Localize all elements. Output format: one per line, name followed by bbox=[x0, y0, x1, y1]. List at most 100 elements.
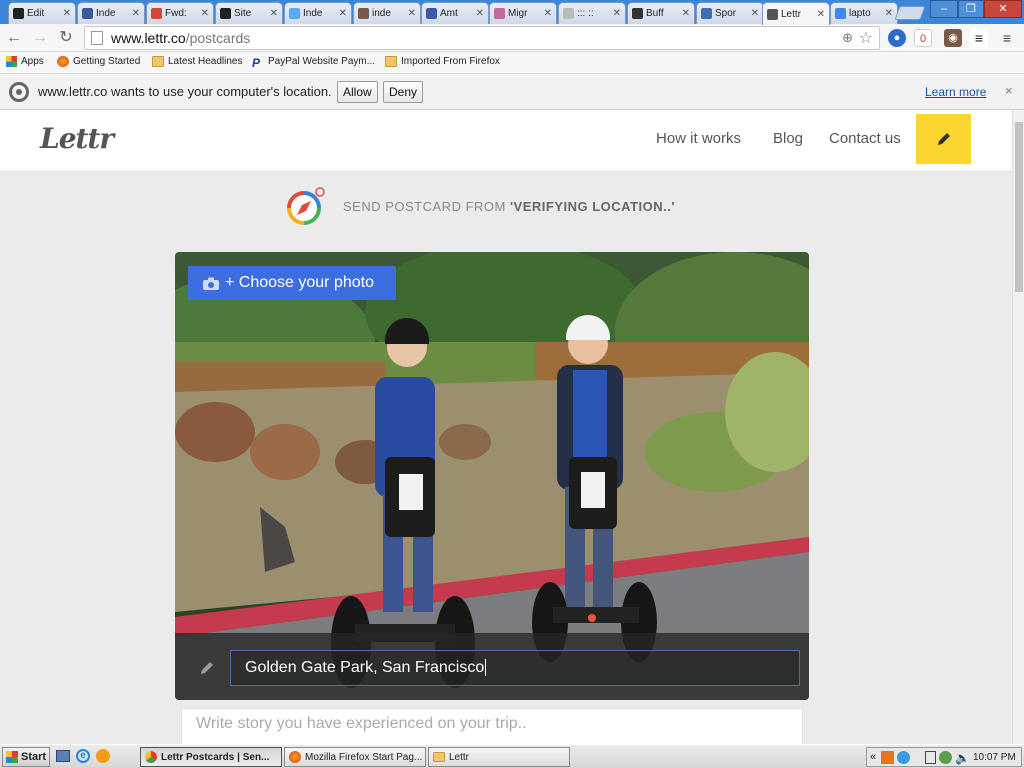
send-prefix: SEND POSTCARD FROM bbox=[343, 198, 510, 214]
reload-button[interactable]: ↻ bbox=[56, 28, 76, 48]
location-bar: Golden Gate Park, San Francisco​ bbox=[175, 633, 809, 700]
twitter-icon bbox=[289, 8, 300, 19]
tray-app-icon[interactable] bbox=[881, 751, 894, 764]
firefox-icon bbox=[57, 56, 69, 67]
folder-icon bbox=[152, 56, 164, 67]
bookmark-getting-started[interactable]: Getting Started bbox=[57, 56, 140, 67]
tab-close-icon[interactable]: ✕ bbox=[682, 8, 690, 19]
tray-device-icon[interactable] bbox=[925, 751, 936, 764]
tab-close-icon[interactable]: ✕ bbox=[751, 8, 759, 19]
bookmark-star-icon[interactable]: ☆ bbox=[859, 28, 873, 48]
text-cursor: ​ bbox=[485, 659, 487, 676]
tab-7[interactable]: Migr ✕ bbox=[489, 2, 557, 24]
choose-photo-button[interactable]: + Choose your photo bbox=[188, 266, 396, 300]
tab-close-icon[interactable]: ✕ bbox=[613, 8, 621, 19]
tab-close-icon[interactable]: ✕ bbox=[817, 9, 825, 20]
pencil-icon bbox=[201, 662, 213, 674]
location-input[interactable]: Golden Gate Park, San Francisco​ bbox=[230, 650, 800, 686]
buffer-extension-icon[interactable]: ≡ bbox=[970, 29, 988, 47]
nav-contact-us[interactable]: Contact us bbox=[829, 130, 901, 147]
facebook-icon bbox=[82, 8, 93, 19]
bookmark-imported-firefox[interactable]: Imported From Firefox bbox=[385, 56, 500, 67]
bookmark-paypal[interactable]: P PayPal Website Paym... bbox=[252, 56, 375, 70]
back-button[interactable]: ← bbox=[4, 28, 24, 48]
nav-blog[interactable]: Blog bbox=[773, 130, 803, 147]
windows-taskbar: Start e Lettr Postcards | Sen... Mozilla… bbox=[0, 744, 1024, 768]
new-tab-button[interactable] bbox=[894, 6, 926, 20]
close-window-button[interactable]: ✕ bbox=[984, 0, 1022, 18]
tab-close-icon[interactable]: ✕ bbox=[544, 8, 552, 19]
internet-explorer-icon[interactable]: e bbox=[76, 749, 90, 763]
extension-icon[interactable]: ● bbox=[888, 29, 906, 47]
tab-10[interactable]: Spor ✕ bbox=[696, 2, 764, 24]
taskbar-item-lettr[interactable]: Lettr bbox=[428, 747, 570, 767]
firefox-icon bbox=[289, 751, 301, 763]
tab-close-icon[interactable]: ✕ bbox=[476, 8, 484, 19]
taskbar-item-lettr-postcards[interactable]: Lettr Postcards | Sen... bbox=[140, 747, 282, 767]
tab-1[interactable]: Inde ✕ bbox=[77, 2, 145, 24]
tab-close-icon[interactable]: ✕ bbox=[408, 8, 416, 19]
page-scrollbar[interactable] bbox=[1012, 110, 1024, 744]
taskbar-item-label: Lettr bbox=[449, 751, 470, 763]
tab-6[interactable]: Amt ✕ bbox=[421, 2, 489, 24]
send-postcard-line: SEND POSTCARD FROM 'VERIFYING LOCATION..… bbox=[287, 186, 675, 226]
tab-close-icon[interactable]: ✕ bbox=[885, 8, 893, 19]
tab-0[interactable]: Edit ✕ bbox=[8, 2, 76, 24]
send-postcard-text: SEND POSTCARD FROM 'VERIFYING LOCATION..… bbox=[343, 199, 675, 214]
bookmark-latest-headlines[interactable]: Latest Headlines bbox=[152, 56, 243, 67]
tab-2[interactable]: Fwd: ✕ bbox=[146, 2, 214, 24]
infobar-close-icon[interactable]: × bbox=[1005, 83, 1013, 98]
paw-icon bbox=[13, 8, 24, 19]
site-logo[interactable]: Lettr bbox=[40, 122, 114, 155]
forward-button[interactable]: → bbox=[30, 28, 50, 48]
instagram-extension-icon[interactable]: ◉ bbox=[944, 29, 962, 47]
media-player-icon[interactable] bbox=[96, 749, 110, 763]
show-desktop-icon[interactable] bbox=[56, 750, 70, 762]
volume-icon[interactable]: 🔈 bbox=[955, 751, 970, 765]
deny-button[interactable]: Deny bbox=[383, 81, 424, 103]
taskbar-item-firefox[interactable]: Mozilla Firefox Start Pag... bbox=[284, 747, 426, 767]
tab-12[interactable]: lapto ✕ bbox=[830, 2, 898, 24]
taskbar-item-label: Lettr Postcards | Sen... bbox=[161, 751, 270, 763]
tab-label: Lettr bbox=[781, 8, 802, 20]
story-textarea[interactable]: Write story you have experienced on your… bbox=[181, 708, 803, 744]
tab-label: Amt bbox=[440, 8, 458, 19]
bookmark-apps[interactable]: Apps bbox=[6, 56, 44, 67]
tab-5[interactable]: inde ✕ bbox=[353, 2, 421, 24]
windows-logo-icon bbox=[6, 751, 18, 763]
tab-close-icon[interactable]: ✕ bbox=[270, 8, 278, 19]
chrome-icon bbox=[145, 751, 157, 763]
tray-expand-icon[interactable]: « bbox=[870, 751, 876, 763]
address-bar[interactable]: www.lettr.co/postcards ⊕ ☆ bbox=[84, 26, 880, 50]
tab-close-icon[interactable]: ✕ bbox=[339, 8, 347, 19]
location-permission-infobar: www.lettr.co wants to use your computer'… bbox=[0, 74, 1024, 110]
tab-label: inde bbox=[372, 8, 391, 19]
postcard-editor: + Choose your photo Golden Gate Park, Sa… bbox=[175, 252, 809, 700]
tray-network-icon[interactable] bbox=[897, 751, 910, 764]
tab-4[interactable]: Inde ✕ bbox=[284, 2, 352, 24]
write-postcard-button[interactable] bbox=[916, 114, 971, 164]
google-icon bbox=[835, 8, 846, 19]
chrome-menu-icon[interactable]: ≡ bbox=[998, 29, 1016, 47]
tab-11[interactable]: Lettr ✕ bbox=[762, 2, 830, 25]
tab-close-icon[interactable]: ✕ bbox=[63, 8, 71, 19]
tab-close-icon[interactable]: ✕ bbox=[132, 8, 140, 19]
zoom-icon[interactable]: ⊕ bbox=[842, 30, 853, 46]
bookmark-label: Latest Headlines bbox=[168, 56, 243, 67]
restore-button[interactable]: ❐ bbox=[958, 0, 984, 18]
start-button[interactable]: Start bbox=[2, 747, 50, 767]
minimize-button[interactable]: – bbox=[930, 0, 958, 18]
allow-button[interactable]: Allow bbox=[337, 81, 378, 103]
tab-close-icon[interactable]: ✕ bbox=[201, 8, 209, 19]
learn-more-link[interactable]: Learn more bbox=[925, 85, 986, 99]
scrollbar-thumb[interactable] bbox=[1015, 122, 1023, 292]
site-header: Lettr How it works Blog Contact us bbox=[0, 110, 1012, 172]
tray-status-icon[interactable] bbox=[939, 751, 952, 764]
nav-how-it-works[interactable]: How it works bbox=[656, 130, 741, 147]
bookmark-label: Apps bbox=[21, 56, 44, 67]
tab-3[interactable]: Site ✕ bbox=[215, 2, 283, 24]
tab-9[interactable]: Buff ✕ bbox=[627, 2, 695, 24]
clock[interactable]: 10:07 PM bbox=[973, 752, 1016, 763]
notification-icon[interactable]: 0 bbox=[914, 29, 932, 47]
tab-8[interactable]: ::: :: ✕ bbox=[558, 2, 626, 24]
